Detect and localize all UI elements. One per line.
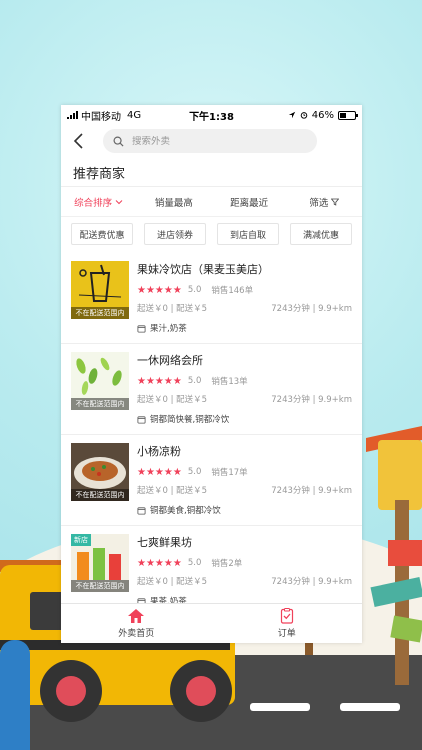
- distance-info: 7243分钟 | 9.9+km: [271, 486, 352, 496]
- tab-label: 外卖首页: [118, 629, 155, 639]
- sales-count: 销售2单: [211, 559, 243, 569]
- battery-percent: 46%: [311, 109, 334, 121]
- tab-orders[interactable]: 订单: [212, 604, 363, 643]
- home-icon: [128, 609, 145, 623]
- chip-coupon[interactable]: 进店领券: [144, 223, 206, 245]
- phone-screen: 中国移动 4G 下午1:38 46% 推荐商家 综合排序 销量最高 距离最近: [61, 105, 362, 643]
- section-title: 推荐商家: [61, 157, 362, 187]
- shop-name: 一休网络会所: [137, 354, 203, 367]
- alarm-icon: [300, 112, 308, 119]
- new-shop-badge: 新店: [71, 534, 91, 546]
- shop-thumbnail: 不在配送范围内: [71, 261, 129, 319]
- top-nav: [61, 125, 362, 157]
- shop-categories: 铜都简快餐,铜都冷饮: [150, 415, 230, 425]
- chip-discount[interactable]: 满减优惠: [290, 223, 352, 245]
- sort-distance[interactable]: 距离最近: [212, 195, 287, 209]
- shop-name: 小杨凉粉: [137, 445, 181, 458]
- sales-count: 销售146单: [211, 286, 254, 296]
- out-of-range-label: 不在配送范围内: [71, 580, 129, 592]
- carrier-label: 中国移动: [81, 111, 121, 123]
- shop-categories: 果汁,奶茶: [150, 324, 187, 334]
- out-of-range-label: 不在配送范围内: [71, 307, 129, 319]
- battery-icon: [338, 110, 358, 120]
- out-of-range-label: 不在配送范围内: [71, 489, 129, 501]
- sort-label: 综合排序: [74, 197, 113, 209]
- shop-thumbnail: 不在配送范围内: [71, 352, 129, 410]
- star-rating-icon: ★★★★★: [137, 375, 182, 387]
- sort-comprehensive[interactable]: 综合排序: [61, 195, 136, 209]
- bottom-tab-bar: 外卖首页 订单: [61, 603, 362, 643]
- list-item[interactable]: 新店 不在配送范围内 七爽鲜果坊 ★★★★★ 5.0 销售2单 起送￥0 | 配…: [61, 526, 362, 603]
- network-label: 4G: [127, 109, 142, 121]
- shop-name: 七爽鲜果坊: [137, 536, 192, 549]
- delivery-fee: 起送￥0 | 配送￥5: [137, 486, 208, 496]
- chip-pickup[interactable]: 到店自取: [217, 223, 279, 245]
- rating-value: 5.0: [187, 376, 202, 386]
- rating-value: 5.0: [187, 467, 202, 477]
- star-rating-icon: ★★★★★: [137, 284, 182, 296]
- shop-list[interactable]: 不在配送范围内 果妹冷饮店（果麦玉美店） ★★★★★ 5.0 销售146单 起送…: [61, 253, 362, 603]
- status-bar: 中国移动 4G 下午1:38 46%: [61, 105, 362, 125]
- delivery-fee: 起送￥0 | 配送￥5: [137, 304, 208, 314]
- search-icon: [113, 136, 124, 147]
- order-clipboard-icon: [280, 608, 293, 624]
- filter-chips: 配送费优惠 进店领券 到店自取 满减优惠: [61, 217, 362, 251]
- sort-sales[interactable]: 销量最高: [136, 195, 211, 209]
- list-item[interactable]: 不在配送范围内 果妹冷饮店（果麦玉美店） ★★★★★ 5.0 销售146单 起送…: [61, 253, 362, 344]
- rating-value: 5.0: [187, 558, 202, 568]
- shop-category-icon: [137, 415, 146, 424]
- sales-count: 销售13单: [211, 377, 248, 387]
- sort-label: 筛选: [309, 197, 329, 209]
- search-box[interactable]: [103, 129, 317, 153]
- back-button[interactable]: [69, 131, 89, 151]
- signal-icon: [67, 111, 78, 119]
- chevron-left-icon: [73, 133, 83, 149]
- shop-categories: 果茶,奶茶: [150, 597, 187, 603]
- chip-delivery-discount[interactable]: 配送费优惠: [71, 223, 133, 245]
- shop-name: 果妹冷饮店（果麦玉美店）: [137, 263, 269, 276]
- rating-value: 5.0: [187, 285, 202, 295]
- delivery-fee: 起送￥0 | 配送￥5: [137, 577, 208, 587]
- star-rating-icon: ★★★★★: [137, 466, 182, 478]
- list-item[interactable]: 不在配送范围内 小杨凉粉 ★★★★★ 5.0 销售17单 起送￥0 | 配送￥5…: [61, 435, 362, 526]
- chevron-down-icon: [115, 199, 123, 204]
- distance-info: 7243分钟 | 9.9+km: [271, 304, 352, 314]
- out-of-range-label: 不在配送范围内: [71, 398, 129, 410]
- shop-thumbnail: 新店 不在配送范围内: [71, 534, 129, 592]
- filter-icon: [331, 198, 340, 206]
- list-item[interactable]: 不在配送范围内 一休网络会所 ★★★★★ 5.0 销售13单 起送￥0 | 配送…: [61, 344, 362, 435]
- delivery-fee: 起送￥0 | 配送￥5: [137, 395, 208, 405]
- shop-categories: 铜都美食,铜都冷饮: [150, 506, 221, 516]
- sort-bar: 综合排序 销量最高 距离最近 筛选: [61, 187, 362, 217]
- shop-category-icon: [137, 324, 146, 333]
- tab-home[interactable]: 外卖首页: [61, 604, 212, 643]
- shop-category-icon: [137, 506, 146, 515]
- search-input[interactable]: [132, 135, 292, 147]
- sort-label: 距离最近: [230, 197, 269, 209]
- shop-thumbnail: 不在配送范围内: [71, 443, 129, 501]
- tab-label: 订单: [277, 629, 296, 639]
- location-icon: [288, 111, 295, 119]
- sort-label: 销量最高: [154, 197, 193, 209]
- distance-info: 7243分钟 | 9.9+km: [271, 577, 352, 587]
- child-illustration: [0, 640, 30, 750]
- sales-count: 销售17单: [211, 468, 248, 478]
- star-rating-icon: ★★★★★: [137, 557, 182, 569]
- distance-info: 7243分钟 | 9.9+km: [271, 395, 352, 405]
- sort-filter[interactable]: 筛选: [287, 195, 362, 209]
